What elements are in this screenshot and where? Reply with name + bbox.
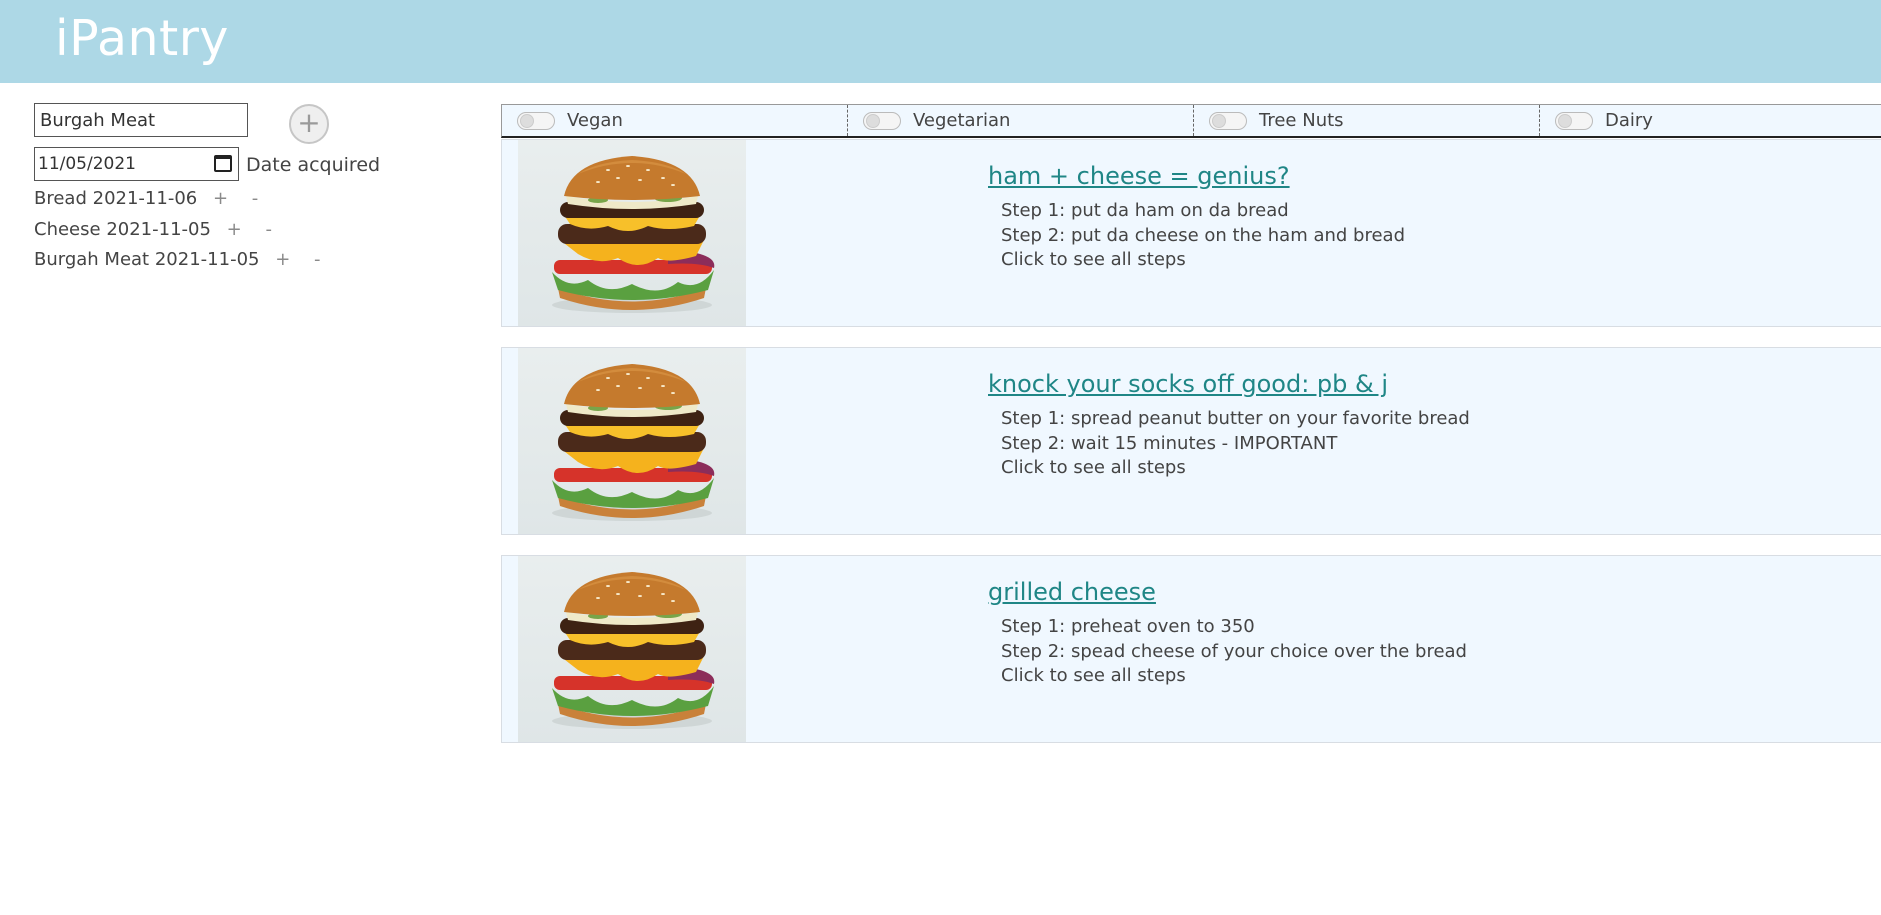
toggle-knob — [1212, 113, 1226, 128]
calendar-icon[interactable] — [214, 155, 232, 172]
increment-button[interactable]: + — [227, 219, 242, 240]
recipe-card: ham + cheese = genius? Step 1: put da ha… — [501, 139, 1881, 327]
recipe-image — [518, 348, 746, 534]
vegetarian-toggle[interactable] — [863, 111, 901, 130]
recipe-step: Step 1: spread peanut butter on your fav… — [1001, 408, 1470, 429]
filter-label: Vegan — [567, 110, 623, 131]
recipe-image — [518, 140, 746, 326]
burger-image — [518, 140, 746, 326]
recipe-title-link[interactable]: ham + cheese = genius? — [988, 162, 1290, 190]
recipe-step: Step 1: preheat oven to 350 — [1001, 616, 1255, 637]
burger-image — [518, 348, 746, 534]
decrement-button[interactable]: - — [265, 219, 272, 240]
filter-label: Tree Nuts — [1259, 110, 1344, 131]
recipe-image — [518, 556, 746, 742]
see-all-steps-link[interactable]: Click to see all steps — [1001, 248, 1405, 273]
pantry-item-date: 2021-11-05 — [106, 218, 211, 240]
recipe-steps: Step 1: preheat oven to 350 Step 2: spea… — [1001, 615, 1467, 689]
pantry-item: Burgah Meat 2021-11-05 + - — [34, 247, 321, 278]
pantry-item-date: 2021-11-06 — [92, 188, 198, 209]
recipe-step: Step 2: put da cheese on the ham and bre… — [1001, 224, 1406, 246]
add-item-button[interactable]: + — [289, 104, 329, 144]
recipe-title-link[interactable]: knock your socks off good: pb & j — [988, 370, 1388, 398]
tree-nuts-toggle[interactable] — [1209, 111, 1247, 130]
decrement-button[interactable]: - — [252, 188, 259, 209]
recipe-steps: Step 1: put da ham on da bread Step 2: p… — [1001, 199, 1405, 273]
toggle-knob — [520, 113, 534, 128]
filter-label: Vegetarian — [913, 110, 1011, 131]
filter-vegan: Vegan — [502, 105, 848, 136]
increment-button[interactable]: + — [213, 188, 228, 209]
filter-tree-nuts: Tree Nuts — [1194, 105, 1540, 136]
see-all-steps-link[interactable]: Click to see all steps — [1001, 456, 1470, 481]
filter-dairy: Dairy — [1540, 105, 1881, 136]
filter-label: Dairy — [1605, 110, 1653, 131]
toggle-knob — [866, 113, 880, 128]
pantry-item-name: Cheese — [34, 218, 101, 240]
date-acquired-input[interactable]: 11/05/2021 — [34, 147, 239, 181]
pantry-item-name: Bread — [34, 188, 87, 209]
pantry-item-input[interactable] — [34, 103, 248, 137]
recipe-step: Step 2: spead cheese of your choice over… — [1001, 640, 1467, 662]
pantry-item-name: Burgah Meat — [34, 249, 150, 270]
burger-image — [518, 556, 746, 742]
recipe-card: knock your socks off good: pb & j Step 1… — [501, 347, 1881, 535]
recipe-card: grilled cheese Step 1: preheat oven to 3… — [501, 555, 1881, 743]
pantry-list: Bread 2021-11-06 + - Cheese 2021-11-05 +… — [34, 186, 321, 278]
recipe-step: Step 1: put da ham on da bread — [1001, 200, 1289, 221]
filter-vegetarian: Vegetarian — [848, 105, 1194, 136]
dairy-toggle[interactable] — [1555, 111, 1593, 130]
date-value: 11/05/2021 — [38, 154, 136, 174]
recipe-step: Step 2: wait 15 minutes - IMPORTANT — [1001, 432, 1338, 454]
toggle-knob — [1558, 113, 1572, 128]
dietary-filter-bar: Vegan Vegetarian Tree Nuts Dairy — [501, 104, 1881, 138]
recipe-title-link[interactable]: grilled cheese — [988, 578, 1156, 606]
increment-button[interactable]: + — [275, 249, 290, 270]
app-title: iPantry — [55, 10, 229, 67]
pantry-item: Cheese 2021-11-05 + - — [34, 217, 321, 248]
vegan-toggle[interactable] — [517, 111, 555, 130]
date-acquired-label: Date acquired — [246, 154, 381, 176]
app-header: iPantry — [0, 0, 1881, 83]
recipe-steps: Step 1: spread peanut butter on your fav… — [1001, 407, 1470, 481]
decrement-button[interactable]: - — [314, 249, 321, 270]
see-all-steps-link[interactable]: Click to see all steps — [1001, 664, 1467, 689]
pantry-item: Bread 2021-11-06 + - — [34, 186, 321, 217]
pantry-item-date: 2021-11-05 — [154, 249, 260, 270]
